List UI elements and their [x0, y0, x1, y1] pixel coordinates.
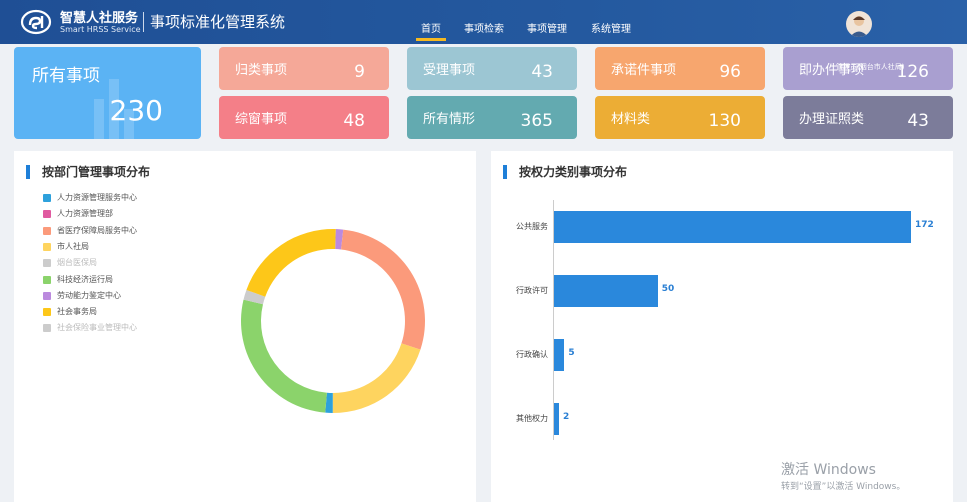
legend-label: 社会保险事业管理中心 [57, 323, 137, 333]
user-tooltip: 管理员(烟台市人社局) [836, 63, 905, 71]
bar-value-label: 172 [915, 220, 934, 230]
nav-home[interactable]: 首页 [421, 20, 441, 35]
tile-promised-label: 承诺件事项 [611, 63, 677, 78]
tile-materials-value: 130 [708, 111, 741, 131]
activation-watermark-title: 激活 Windows [781, 462, 876, 478]
tile-situations-value: 365 [520, 111, 553, 131]
power-panel: 按权力类别事项分布 [491, 151, 953, 502]
tile-total-label: 所有事项 [32, 66, 100, 86]
legend-swatch [43, 291, 51, 300]
nav-manage[interactable]: 事项管理 [527, 20, 567, 35]
bar-rect[interactable] [554, 403, 559, 435]
donut-slice[interactable] [241, 299, 327, 413]
tile-accepted-label: 受理事项 [423, 63, 476, 78]
tile-classified-label: 归类事项 [235, 63, 288, 78]
donut-slice[interactable] [332, 343, 421, 413]
user-avatar-icon [850, 16, 868, 37]
top-bar: 智慧人社服务 Smart HRSS Service 事项标准化管理系统 首页 事… [0, 0, 967, 44]
tile-situations-label: 所有情形 [423, 112, 476, 127]
dept-panel-title: 按部门管理事项分布 [26, 165, 150, 179]
dept-donut-chart [241, 229, 425, 413]
legend-swatch [43, 275, 51, 284]
tile-total[interactable]: 所有事项 230 [14, 47, 201, 139]
bar-category-label: 行政许可 [516, 286, 548, 295]
bar-category-label: 其他权力 [516, 414, 548, 423]
system-title: 事项标准化管理系统 [150, 13, 286, 31]
nav-active-indicator [416, 38, 446, 41]
tile-classified[interactable]: 归类事项 9 [219, 47, 389, 90]
tile-classified-value: 9 [354, 62, 365, 82]
legend-swatch [43, 242, 51, 251]
tile-promised[interactable]: 承诺件事项 96 [595, 47, 765, 90]
bar-value-label: 2 [563, 412, 570, 422]
tile-situations[interactable]: 所有情形 365 [407, 96, 577, 139]
legend-swatch [43, 324, 51, 333]
tile-promised-value: 96 [719, 62, 741, 82]
bar-value-label: 50 [661, 284, 675, 294]
tile-window-label: 综窗事项 [235, 112, 288, 127]
legend-label: 科技经济运行局 [57, 274, 113, 284]
tile-materials[interactable]: 材料类 130 [595, 96, 765, 139]
nav-system[interactable]: 系统管理 [591, 20, 631, 35]
title-divider [143, 12, 144, 32]
legend-label: 劳动能力鉴定中心 [57, 290, 121, 300]
bar-category-label: 公共服务 [516, 222, 548, 231]
legend-label: 省医疗保障局服务中心 [57, 225, 137, 235]
tile-accepted[interactable]: 受理事项 43 [407, 47, 577, 90]
brand-name: 智慧人社服务 [60, 11, 139, 26]
tile-accepted-value: 43 [531, 62, 553, 82]
donut-slice[interactable] [341, 229, 425, 350]
legend-label: 人力资源管理部 [57, 209, 113, 219]
legend-swatch [43, 259, 51, 268]
nav-search[interactable]: 事项检索 [464, 20, 504, 35]
tile-licenses-label: 办理证照类 [799, 112, 865, 127]
tile-window[interactable]: 综窗事项 48 [219, 96, 389, 139]
legend-label: 烟台医保局 [57, 258, 97, 268]
hrss-logo-icon [20, 9, 52, 35]
legend-label: 市人社局 [57, 241, 89, 251]
bar-rect[interactable] [554, 211, 911, 243]
bar-value-label: 5 [568, 348, 575, 358]
bar-category-label: 行政确认 [516, 350, 548, 359]
legend-swatch [43, 194, 51, 202]
tile-window-value: 48 [343, 111, 365, 131]
legend-label: 社会事务局 [57, 307, 97, 317]
tile-total-value: 230 [109, 94, 163, 127]
tile-licenses[interactable]: 办理证照类 43 [783, 96, 953, 139]
legend-swatch [43, 226, 51, 235]
donut-slice[interactable] [246, 229, 336, 297]
tile-licenses-value: 43 [907, 111, 929, 131]
user-avatar[interactable] [846, 11, 872, 37]
bar-rect[interactable] [554, 339, 565, 371]
legend-swatch [43, 210, 51, 219]
bar-rect[interactable] [554, 275, 658, 307]
legend-label: 人力资源管理服务中心 [57, 193, 137, 202]
tile-materials-label: 材料类 [611, 112, 651, 127]
activation-watermark-hint: 转到“设置”以激活 Windows。 [781, 482, 906, 492]
power-panel-title: 按权力类别事项分布 [503, 165, 627, 179]
brand-english: Smart HRSS Service [60, 25, 141, 34]
legend-swatch [43, 308, 51, 317]
